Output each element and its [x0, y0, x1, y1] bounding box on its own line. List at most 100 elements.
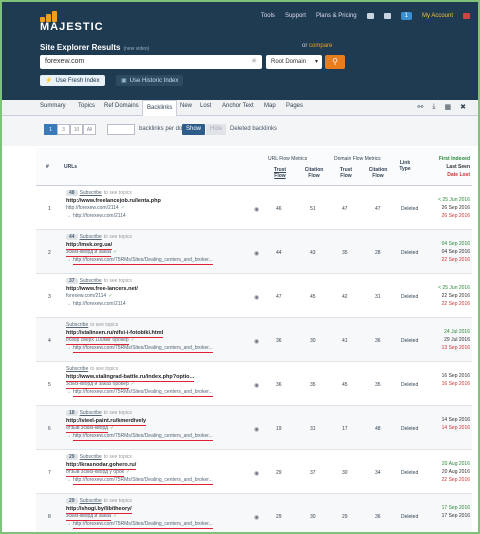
target-url-text[interactable]: http://forexew.com/75RMs/Sites/Dealing_c…	[73, 257, 213, 265]
tab-ref-domains[interactable]: Ref Domains	[104, 103, 139, 109]
per-domain-3[interactable]: 3	[57, 124, 70, 135]
domain-citation-flow-value: 28	[375, 250, 381, 256]
target-url[interactable]: → http://forexew.com/75RMs/Sites/Dealing_…	[66, 521, 261, 529]
source-url[interactable]: http://stalinsen.ru/nifsi-i-fotobiki.htm…	[66, 330, 261, 338]
target-url[interactable]: → http://forexew.com/75RMs/Sites/Dealing_…	[66, 477, 261, 485]
preview-icon[interactable]: ◉	[254, 470, 259, 477]
arrow-icon: →	[66, 433, 71, 439]
show-deleted-button[interactable]: Show	[182, 124, 206, 135]
col-domain-citation-flow[interactable]: Citation Flow	[368, 167, 388, 179]
preview-icon[interactable]: ◉	[254, 382, 259, 389]
target-url-text[interactable]: http://forexew.com/75RMs/Sites/Dealing_c…	[73, 389, 213, 397]
nav-support[interactable]: Support	[285, 13, 306, 19]
subscribe-link[interactable]: Subscribe	[80, 278, 102, 284]
target-url[interactable]: → http://forexew.com/75RMs/Sites/Dealing_…	[66, 433, 261, 441]
col-trust-flow[interactable]: Trust Flow	[272, 167, 288, 179]
notification-badge[interactable]: 1	[400, 12, 412, 20]
domain-citation-flow-value: 31	[375, 294, 381, 300]
source-url[interactable]: http://www.free-lancers.net/	[66, 286, 261, 292]
tab-backlinks[interactable]: Backlinks	[142, 100, 178, 116]
col-domain-trust-flow[interactable]: Trust Flow	[338, 167, 354, 179]
search-button[interactable]: ⚲	[325, 55, 345, 69]
hide-deleted-button[interactable]: Hide	[206, 124, 227, 135]
check-icon: ✓	[113, 249, 118, 255]
language-flag-icon[interactable]	[463, 13, 470, 19]
subscribe-link[interactable]: Subscribe	[66, 366, 88, 372]
per-domain-1[interactable]: 1	[44, 124, 57, 135]
target-url[interactable]: → http://forexew.com/2114	[66, 213, 261, 219]
historic-index-button[interactable]: ▣ Use Historic Index	[116, 75, 184, 86]
subscribe-link[interactable]: Subscribe	[80, 234, 102, 240]
tab-pages[interactable]: Pages	[286, 103, 303, 109]
grid-icon[interactable]: ▦	[445, 103, 452, 111]
fresh-index-button[interactable]: ⚡ Use Fresh Index	[40, 75, 105, 86]
row-number: 6	[48, 426, 51, 432]
subscribe-link[interactable]: Subscribe	[80, 454, 102, 460]
first-indexed-date: 04 Sep 2016	[441, 241, 470, 247]
source-url[interactable]: http://shogi.by/lib/theory/	[66, 506, 261, 514]
clear-icon[interactable]: ✳	[251, 57, 257, 65]
mail-icon[interactable]	[383, 13, 391, 19]
tools-icon[interactable]: ✖	[460, 103, 466, 111]
anchor-text-value: эскиз-кворд и заказ	[66, 513, 112, 521]
history-icon: ▣	[121, 78, 127, 84]
my-account-link[interactable]: My Account	[422, 13, 453, 19]
col-urls[interactable]: URLs	[64, 164, 77, 170]
target-url-text[interactable]: http://forexew.com/2114	[73, 301, 126, 307]
target-url[interactable]: → http://forexew.com/2114	[66, 301, 261, 307]
col-last-seen[interactable]: Last Seen	[428, 164, 470, 170]
last-seen-date: 29 Jul 2016	[444, 337, 470, 343]
preview-icon[interactable]: ◉	[254, 426, 259, 433]
source-url[interactable]: http://www.stalingrad-battle.ru/index.ph…	[66, 374, 261, 382]
nav-tools[interactable]: Tools	[261, 13, 275, 19]
first-indexed-date: 17 Sep 2016	[441, 505, 470, 511]
tab-summary[interactable]: Summary	[40, 103, 66, 109]
target-url-text[interactable]: http://forexew.com/2114	[73, 213, 126, 219]
source-url-text[interactable]: http://www.free-lancers.net/	[66, 286, 138, 292]
subscribe-link[interactable]: Subscribe	[80, 498, 102, 504]
subscribe-link[interactable]: Subscribe	[80, 190, 102, 196]
tab-anchor-text[interactable]: Anchor Text	[222, 103, 254, 109]
preview-icon[interactable]: ◉	[254, 206, 259, 213]
per-domain-10[interactable]: 10	[70, 124, 83, 135]
preview-icon[interactable]: ◉	[254, 294, 259, 301]
nav-plans[interactable]: Plans & Pricing	[316, 13, 357, 19]
col-first-indexed[interactable]: First Indexed	[428, 156, 470, 162]
target-url-text[interactable]: http://forexew.com/75RMs/Sites/Dealing_c…	[73, 433, 213, 441]
logo[interactable]: MAJESTIC	[40, 9, 103, 33]
col-date-lost[interactable]: Date Lost	[428, 172, 470, 178]
source-url[interactable]: http://www.freelancejob.ru/lenta.php	[66, 198, 261, 204]
source-url-text[interactable]: http://www.freelancejob.ru/lenta.php	[66, 198, 161, 204]
search-input[interactable]: forexew.com ✳	[40, 55, 262, 69]
tab-lost[interactable]: Lost	[200, 103, 211, 109]
source-url[interactable]: http://krasnodar.gohero.ru/	[66, 462, 261, 470]
target-url-text[interactable]: http://forexew.com/75RMs/Sites/Dealing_c…	[73, 345, 213, 353]
subscribe-note: to see topics	[103, 498, 132, 504]
preview-icon[interactable]: ◉	[254, 338, 259, 345]
preview-icon[interactable]: ◉	[254, 514, 259, 521]
new-video-link[interactable]: (new video)	[123, 46, 149, 52]
subscribe-link[interactable]: Subscribe	[66, 322, 88, 328]
compare-icon[interactable]: ⚯	[418, 103, 424, 111]
target-url[interactable]: → http://forexew.com/75RMs/Sites/Dealing_…	[66, 257, 261, 265]
per-domain-input[interactable]	[107, 124, 135, 135]
check-icon: ✓	[130, 337, 135, 343]
scope-select[interactable]: Root Domain ▾	[266, 55, 322, 69]
target-url[interactable]: → http://forexew.com/75RMs/Sites/Dealing_…	[66, 345, 261, 353]
target-url-text[interactable]: http://forexew.com/75RMs/Sites/Dealing_c…	[73, 477, 213, 485]
logo-text: MAJESTIC	[40, 21, 104, 33]
download-icon[interactable]: ⤓	[432, 103, 435, 111]
subscribe-link[interactable]: Subscribe	[80, 410, 102, 416]
source-url[interactable]: http://steel-paint.ru/kmerdively	[66, 418, 261, 426]
per-domain-all[interactable]: All	[83, 124, 96, 135]
target-url[interactable]: → http://forexew.com/75RMs/Sites/Dealing_…	[66, 389, 261, 397]
source-url[interactable]: http://msk.org.ua/	[66, 242, 261, 250]
tab-map[interactable]: Map	[264, 103, 276, 109]
tab-new[interactable]: New	[180, 103, 192, 109]
compare-link[interactable]: compare	[309, 43, 332, 49]
target-url-text[interactable]: http://forexew.com/75RMs/Sites/Dealing_c…	[73, 521, 213, 529]
news-icon[interactable]	[366, 13, 374, 19]
preview-icon[interactable]: ◉	[254, 250, 259, 257]
tab-topics[interactable]: Topics	[78, 103, 95, 109]
col-citation-flow[interactable]: Citation Flow	[304, 167, 324, 179]
